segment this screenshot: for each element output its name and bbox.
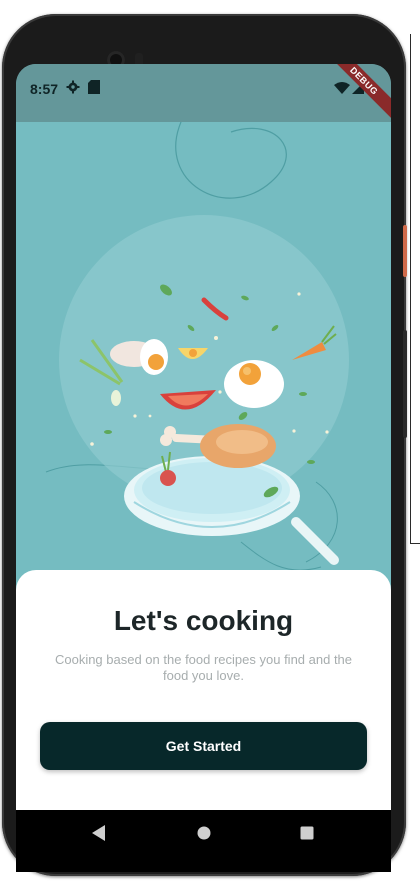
back-icon[interactable] bbox=[92, 825, 106, 841]
fried-egg-icon bbox=[224, 360, 284, 408]
debug-banner: DEBUG bbox=[320, 64, 391, 125]
get-started-button[interactable]: Get Started bbox=[40, 722, 367, 770]
wifi-icon bbox=[334, 82, 350, 94]
recents-icon[interactable] bbox=[300, 826, 314, 840]
app-screen: 8:57 DEBUG Let's cooking Cooking based o… bbox=[16, 64, 391, 872]
power-button bbox=[403, 330, 407, 438]
page-subtitle: Cooking based on the food recipes you fi… bbox=[54, 652, 353, 683]
window-edge bbox=[410, 543, 420, 544]
settings-gear-icon bbox=[66, 80, 80, 94]
page-title: Let's cooking bbox=[113, 605, 294, 636]
home-icon[interactable] bbox=[197, 826, 211, 840]
window-edge bbox=[410, 34, 411, 544]
frying-pan-icon bbox=[124, 456, 339, 565]
volume-button bbox=[403, 225, 407, 277]
sd-card-icon bbox=[88, 80, 100, 94]
status-time: 8:57 bbox=[30, 81, 59, 97]
system-nav-bar bbox=[16, 810, 391, 872]
status-bar: 8:57 DEBUG bbox=[16, 64, 391, 125]
cooking-illustration bbox=[45, 122, 349, 571]
